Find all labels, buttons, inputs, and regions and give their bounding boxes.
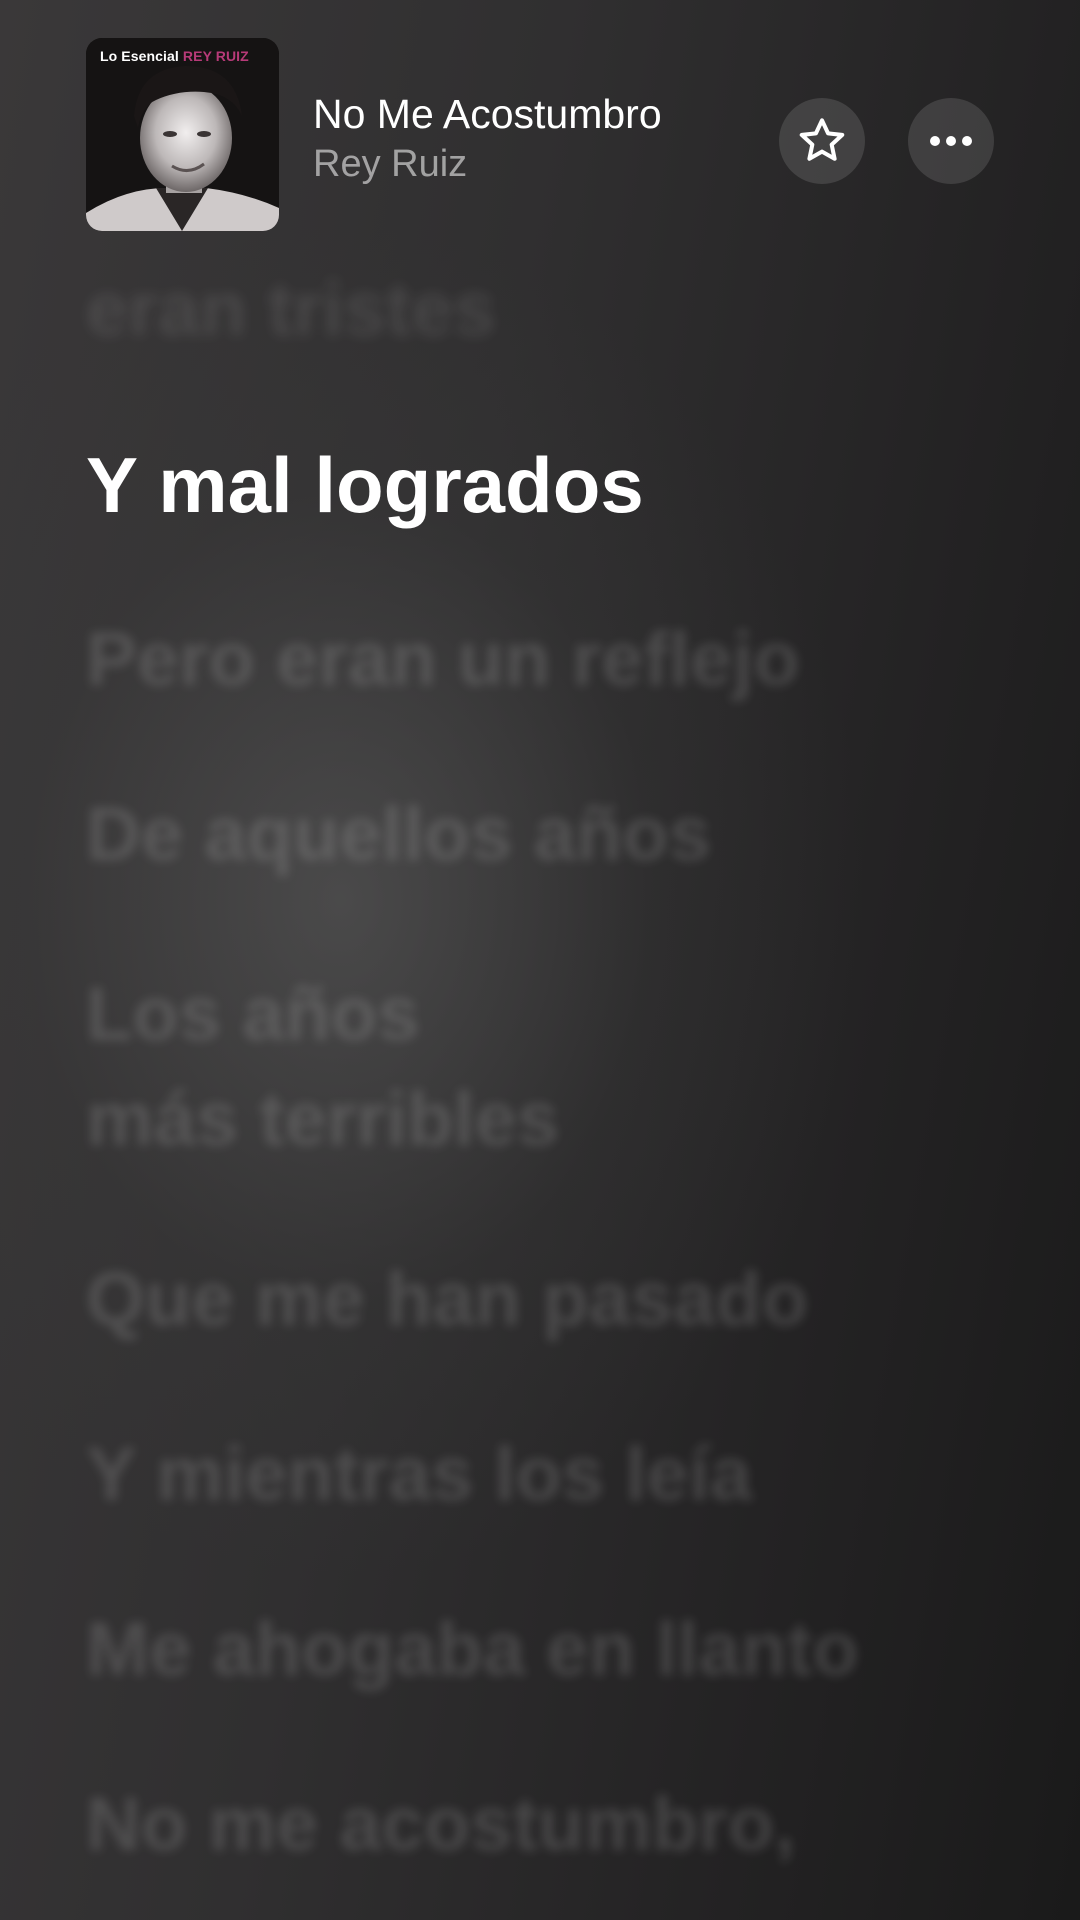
lyric-line[interactable]: Y mientras los leía <box>86 1430 752 1520</box>
lyric-line[interactable]: más terribles <box>86 1075 559 1165</box>
lyrics-screen: eran tristes Y mal logrados Pero eran un… <box>0 0 1080 1920</box>
album-artwork[interactable]: Lo Esencial REY RUIZ <box>86 38 279 231</box>
more-options-button[interactable] <box>908 98 994 184</box>
lyric-line[interactable]: Me ahogaba en llanto <box>86 1605 859 1695</box>
ellipsis-icon <box>930 136 972 146</box>
album-artwork-caption: Lo Esencial REY RUIZ <box>100 48 249 64</box>
lyric-line[interactable]: De aquellos años <box>86 790 711 880</box>
album-caption-accent: REY RUIZ <box>182 48 249 64</box>
lyric-line[interactable]: Los años <box>86 970 420 1060</box>
lyric-line-current[interactable]: Y mal logrados <box>86 440 644 530</box>
lyric-line[interactable]: No me acostumbro, <box>86 1780 795 1870</box>
track-artist[interactable]: Rey Ruiz <box>313 140 662 188</box>
star-icon <box>799 118 845 161</box>
track-title[interactable]: No Me Acostumbro <box>313 90 662 138</box>
album-caption-prefix: Lo Esencial <box>100 48 179 64</box>
now-playing-header: Lo Esencial REY RUIZ No Me Acostumbro Re… <box>86 38 994 231</box>
lyric-line-previous[interactable]: eran tristes <box>86 265 496 355</box>
lyric-line[interactable]: Pero eran un reflejo <box>86 615 800 705</box>
track-info[interactable]: No Me Acostumbro Rey Ruiz <box>313 90 662 188</box>
favorite-button[interactable] <box>779 98 865 184</box>
lyric-line[interactable]: Que me han pasado <box>86 1255 808 1345</box>
album-artwork-portrait <box>86 38 279 231</box>
